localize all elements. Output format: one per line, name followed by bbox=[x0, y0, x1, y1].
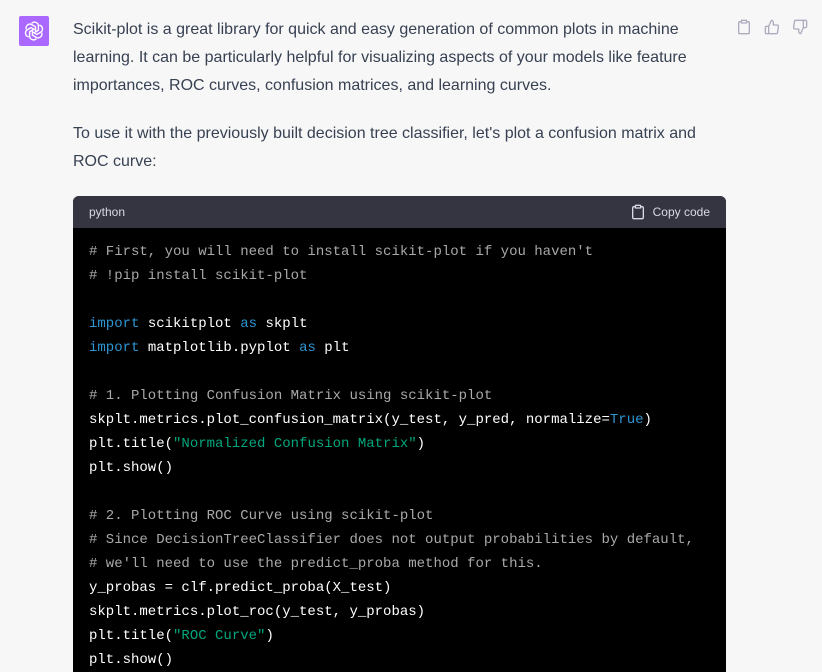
thumbs-down-icon bbox=[792, 19, 808, 35]
code-token-plain: plt.show() bbox=[89, 652, 174, 668]
thumbs-up-button[interactable] bbox=[764, 19, 780, 35]
code-line: # !pip install scikit-plot bbox=[89, 268, 307, 284]
code-line: # we'll need to use the predict_proba me… bbox=[89, 556, 543, 572]
thumbs-up-icon bbox=[764, 19, 780, 35]
code-token-plain: ) bbox=[416, 436, 426, 452]
code-line: plt.title("ROC Curve") bbox=[89, 628, 274, 644]
code-token-keyword: import bbox=[89, 340, 140, 356]
message-actions bbox=[736, 19, 808, 35]
code-token-comment: # !pip install scikit-plot bbox=[89, 268, 308, 284]
code-token-string: "Normalized Confusion Matrix" bbox=[173, 436, 417, 452]
code-block-header: python Copy code bbox=[73, 196, 726, 228]
copy-code-button[interactable]: Copy code bbox=[630, 204, 710, 220]
code-token-string: "ROC Curve" bbox=[173, 628, 266, 644]
code-line: import matplotlib.pyplot as plt bbox=[89, 340, 349, 356]
code-token-plain: y_probas = clf.predict_proba(X_test) bbox=[89, 580, 392, 596]
code-token-keyword: import bbox=[89, 316, 140, 332]
code-token-comment: # 2. Plotting ROC Curve using scikit-plo… bbox=[89, 508, 434, 524]
code-line: plt.show() bbox=[89, 652, 173, 668]
code-line: # Since DecisionTreeClassifier does not … bbox=[89, 532, 694, 548]
assistant-message-row: Scikit-plot is a great library for quick… bbox=[0, 0, 822, 672]
copy-code-label: Copy code bbox=[652, 205, 710, 219]
code-token-comment: # First, you will need to install scikit… bbox=[89, 244, 594, 260]
code-token-plain: plt bbox=[315, 340, 350, 356]
code-token-plain: ) bbox=[643, 412, 652, 428]
code-token-comment: # we'll need to use the predict_proba me… bbox=[89, 556, 543, 572]
code-block: python Copy code # First, you will need … bbox=[73, 196, 726, 672]
code-line: # First, you will need to install scikit… bbox=[89, 244, 593, 260]
code-token-plain: plt.show() bbox=[89, 460, 174, 476]
code-line: import scikitplot as skplt bbox=[89, 316, 307, 332]
code-token-builtin: True bbox=[609, 412, 644, 428]
code-token-plain: matplotlib.pyplot bbox=[139, 340, 300, 356]
code-line: # 1. Plotting Confusion Matrix using sci… bbox=[89, 388, 492, 404]
code-token-plain: plt.title( bbox=[89, 628, 174, 644]
code-line: # 2. Plotting ROC Curve using scikit-plo… bbox=[89, 508, 433, 524]
code-line: plt.title("Normalized Confusion Matrix") bbox=[89, 436, 425, 452]
code-line: skplt.metrics.plot_confusion_matrix(y_te… bbox=[89, 412, 652, 428]
code-token-plain: ) bbox=[265, 628, 274, 644]
copy-message-button[interactable] bbox=[736, 19, 752, 35]
code-line: plt.show() bbox=[89, 460, 173, 476]
code-token-plain: scikitplot bbox=[139, 316, 241, 332]
code-token-keyword: as bbox=[299, 340, 316, 356]
code-language-label: python bbox=[89, 205, 126, 219]
openai-logo-icon bbox=[19, 16, 49, 46]
code-line: y_probas = clf.predict_proba(X_test) bbox=[89, 580, 391, 596]
code-token-comment: # Since DecisionTreeClassifier does not … bbox=[89, 532, 694, 548]
message-content: Scikit-plot is a great library for quick… bbox=[73, 16, 726, 672]
message-paragraph: Scikit-plot is a great library for quick… bbox=[73, 21, 687, 94]
code-token-plain: plt.title( bbox=[89, 436, 174, 452]
code-token-comment: # 1. Plotting Confusion Matrix using sci… bbox=[89, 388, 493, 404]
clipboard-icon bbox=[738, 19, 750, 35]
code-token-plain: skplt.metrics.plot_roc(y_test, y_probas) bbox=[89, 604, 426, 620]
code-text[interactable]: # First, you will need to install scikit… bbox=[73, 228, 726, 672]
message-paragraph: To use it with the previously built deci… bbox=[73, 125, 696, 170]
code-token-keyword: as bbox=[240, 316, 258, 332]
code-token-plain: skplt bbox=[257, 316, 308, 332]
clipboard-icon bbox=[631, 204, 644, 220]
code-line: skplt.metrics.plot_roc(y_test, y_probas) bbox=[89, 604, 425, 620]
code-token-plain: skplt.metrics.plot_confusion_matrix(y_te… bbox=[89, 412, 610, 428]
thumbs-down-button[interactable] bbox=[792, 19, 808, 35]
